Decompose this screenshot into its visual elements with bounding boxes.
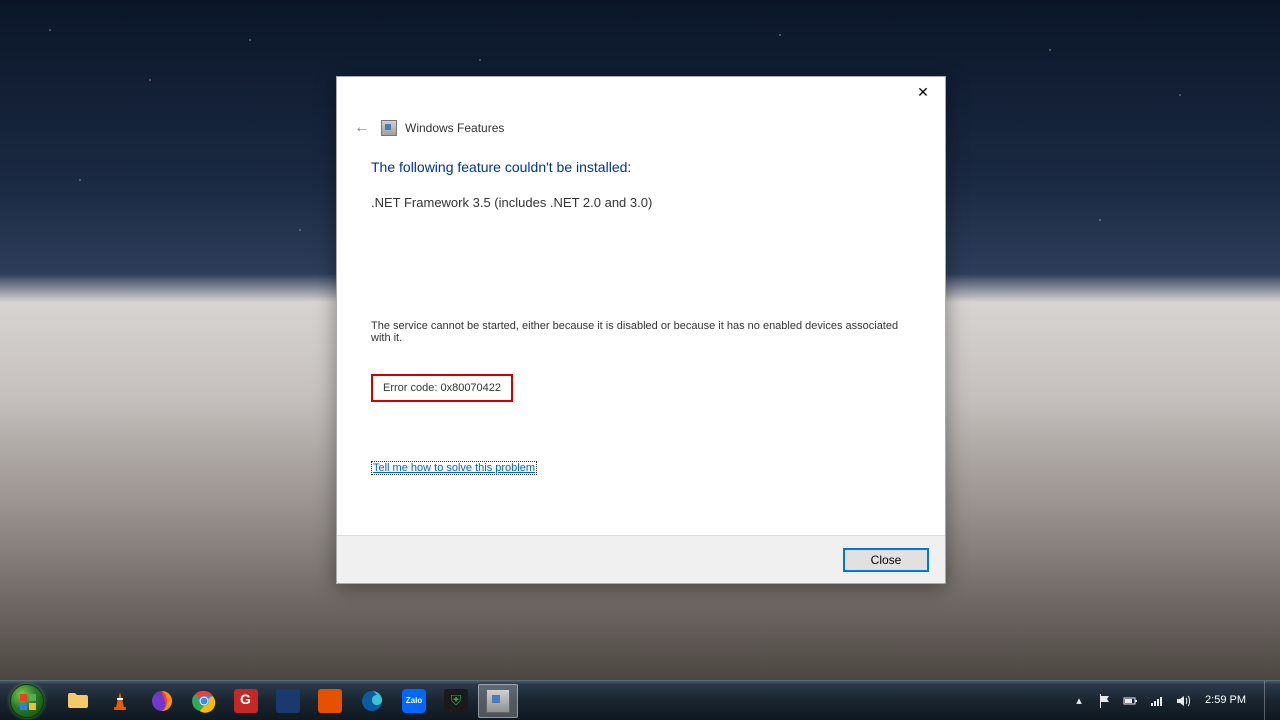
tray-chevron-up-icon[interactable]: ▴	[1071, 693, 1087, 709]
service-error-message: The service cannot be started, either be…	[371, 320, 915, 344]
windows-features-dialog: ✕ ← Windows Features The following featu…	[336, 76, 946, 584]
orange-app-icon	[318, 689, 342, 713]
dialog-button-bar: Close	[337, 535, 945, 583]
taskbar-file-explorer[interactable]	[58, 684, 98, 718]
taskbar-app-red[interactable]: G	[226, 684, 266, 718]
firefox-icon	[150, 689, 174, 713]
tray-flag-icon[interactable]	[1097, 693, 1113, 709]
error-heading: The following feature couldn't be instal…	[371, 159, 915, 175]
back-arrow-icon[interactable]: ←	[351, 117, 373, 139]
vlc-cone-icon	[108, 689, 132, 713]
start-button[interactable]	[0, 681, 54, 720]
dialog-title: Windows Features	[405, 121, 504, 135]
red-app-icon: G	[234, 689, 258, 713]
taskbar-chrome[interactable]	[184, 684, 224, 718]
tray-wifi-icon[interactable]	[1149, 693, 1165, 709]
taskbar-windows-features-running[interactable]	[478, 684, 518, 718]
taskbar-app-dark[interactable]: ⛨	[436, 684, 476, 718]
windows-start-orb-icon	[10, 684, 44, 718]
show-desktop-button[interactable]	[1264, 681, 1274, 720]
edge-icon	[360, 689, 384, 713]
system-tray: ▴ 2:59 PM	[1071, 681, 1280, 720]
taskbar-pinned-items: G Zalo ⛨	[54, 681, 518, 720]
zalo-icon: Zalo	[402, 689, 426, 713]
close-button[interactable]: Close	[843, 548, 929, 572]
desktop-wallpaper: ✕ ← Windows Features The following featu…	[0, 0, 1280, 720]
taskbar-zalo[interactable]: Zalo	[394, 684, 434, 718]
taskbar-app-orange[interactable]	[310, 684, 350, 718]
blue-app-icon	[276, 689, 300, 713]
windows-features-icon	[381, 120, 397, 136]
feature-name: .NET Framework 3.5 (includes .NET 2.0 an…	[371, 195, 915, 210]
shield-dark-icon: ⛨	[444, 689, 468, 713]
folder-icon	[66, 689, 90, 713]
taskbar-vlc[interactable]	[100, 684, 140, 718]
tray-clock[interactable]: 2:59 PM	[1201, 694, 1250, 707]
taskbar: G Zalo ⛨ ▴	[0, 680, 1280, 720]
help-link[interactable]: Tell me how to solve this problem	[371, 461, 537, 475]
chrome-icon	[192, 689, 216, 713]
dialog-body: The following feature couldn't be instal…	[371, 159, 915, 476]
dialog-header: ← Windows Features	[351, 117, 504, 139]
taskbar-edge[interactable]	[352, 684, 392, 718]
windows-features-taskbar-icon	[486, 689, 510, 713]
tray-volume-icon[interactable]	[1175, 693, 1191, 709]
error-code-highlight: Error code: 0x80070422	[371, 374, 513, 402]
close-icon[interactable]: ✕	[909, 83, 937, 103]
taskbar-app-blue[interactable]	[268, 684, 308, 718]
taskbar-firefox[interactable]	[142, 684, 182, 718]
tray-battery-icon[interactable]	[1123, 693, 1139, 709]
